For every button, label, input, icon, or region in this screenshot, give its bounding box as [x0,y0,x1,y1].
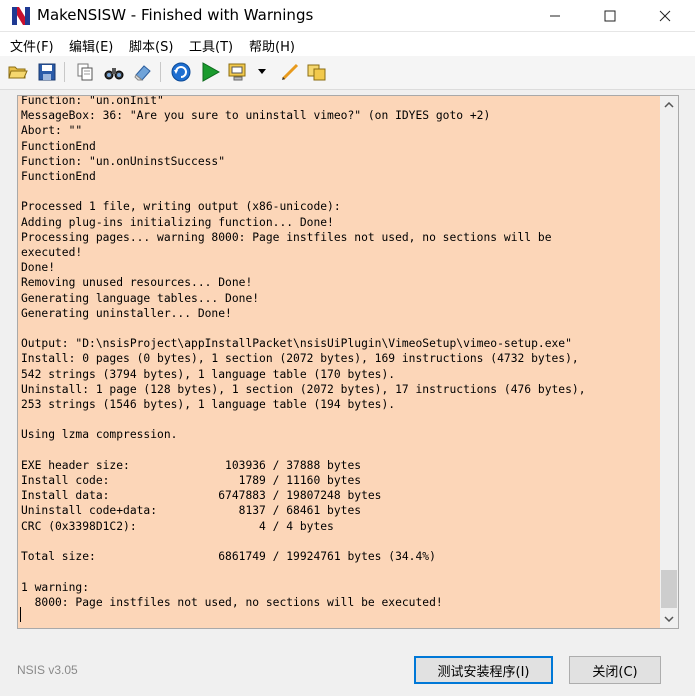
nsis-app-icon [11,6,31,26]
find-icon [104,68,124,80]
log-line: FunctionEnd [21,170,96,184]
log-line: Done! [21,261,56,275]
log-line: Abort: "" [21,124,83,138]
chevron-down-icon [664,615,674,622]
close-icon [659,10,671,21]
toolbar-separator [64,62,65,82]
browse-script-button[interactable] [306,61,328,83]
log-line: CRC (0x3398D1C2): 4 / 4 bytes [21,519,334,533]
log-line: Processed 1 file, writing output (x86-un… [21,200,341,214]
log-line: 542 strings (3794 bytes), 1 language tab… [21,367,396,381]
log-line: Uninstall: 1 page (128 bytes), 1 section… [21,382,586,396]
copy-button[interactable] [74,61,96,83]
log-scrollbar[interactable] [660,95,679,629]
scroll-thumb[interactable] [661,570,677,608]
open-folder-button[interactable] [7,61,29,83]
recompile-button[interactable] [170,61,192,83]
menu-file[interactable]: 文件(F) [10,36,54,55]
chevron-down-icon [258,69,266,74]
menu-bar: 文件(F) 编辑(E) 脚本(S) 工具(T) 帮助(H) [0,32,695,56]
settings-dropdown-button[interactable] [256,61,268,83]
minimize-button[interactable] [532,0,578,31]
log-line: Install data: 6747883 / 19807248 bytes [21,489,382,503]
clear-icon [134,65,151,81]
open-folder-icon [8,66,28,79]
log-line: Total size: 6861749 / 19924761 bytes (34… [21,550,436,564]
toolbar-separator [160,62,161,82]
menu-help[interactable]: 帮助(H) [249,36,295,55]
edit-script-button[interactable] [279,61,301,83]
scroll-down-button[interactable] [660,610,678,627]
log-line: executed! [21,246,83,260]
scroll-up-button[interactable] [660,96,678,113]
log-line: Install: 0 pages (0 bytes), 1 section (2… [21,352,579,366]
log-line: Processing pages... warning 8000: Page i… [21,230,552,244]
settings-icon [228,63,246,81]
log-line: Output: "D:\nsisProject\appInstallPacket… [21,337,572,351]
toolbar [0,56,695,90]
save-button[interactable] [36,61,58,83]
menu-edit[interactable]: 编辑(E) [69,36,113,55]
window-title: MakeNSISW - Finished with Warnings [37,6,314,24]
save-icon [38,63,56,81]
log-line: Using lzma compression. [21,428,178,442]
settings-button[interactable] [228,61,250,83]
maximize-icon [604,10,616,21]
nsis-version-label: NSIS v3.05 [17,663,78,677]
menu-tools[interactable]: 工具(T) [189,36,233,55]
browse-script-icon [307,64,326,81]
log-line: MessageBox: 36: "Are you sure to uninsta… [21,109,491,123]
recompile-icon [171,62,191,82]
log-line: Generating uninstaller... Done! [21,306,232,320]
log-line: EXE header size: 103936 / 37888 bytes [21,458,362,472]
title-bar: MakeNSISW - Finished with Warnings [0,0,695,32]
log-text: Function: "un.onInit" MessageBox: 36: "Ar… [21,95,586,610]
menu-script[interactable]: 脚本(S) [129,36,173,55]
minimize-icon [550,15,560,16]
log-line: Function: "un.onUninstSuccess" [21,154,226,168]
close-button[interactable]: 关闭(C) [569,656,661,684]
test-run-icon [202,62,220,82]
clear-log-button[interactable] [132,61,154,83]
log-line: Uninstall code+data: 8137 / 68461 bytes [21,504,362,518]
test-installer-button[interactable]: 测试安装程序(I) [414,656,553,684]
copy-icon [77,63,93,81]
chevron-up-icon [664,101,674,108]
find-button[interactable] [103,61,125,83]
log-line: Install code: 1789 / 11160 bytes [21,474,362,488]
text-caret [20,607,21,622]
edit-script-icon [281,63,299,81]
maximize-button[interactable] [587,0,633,31]
test-run-button[interactable] [199,61,221,83]
close-window-button[interactable] [642,0,688,31]
log-line: Generating language tables... Done! [21,291,260,305]
log-line: Adding plug-ins initializing function...… [21,215,334,229]
log-line: Function: "un.onInit" [21,95,164,107]
log-line: 1 warning: [21,580,90,594]
log-line: 253 strings (1546 bytes), 1 language tab… [21,398,396,412]
log-line: FunctionEnd [21,139,96,153]
log-line: Removing unused resources... Done! [21,276,253,290]
compiler-log[interactable]: Function: "un.onInit" MessageBox: 36: "Ar… [17,95,661,629]
log-line: 8000: Page instfiles not used, no sectio… [21,595,443,609]
